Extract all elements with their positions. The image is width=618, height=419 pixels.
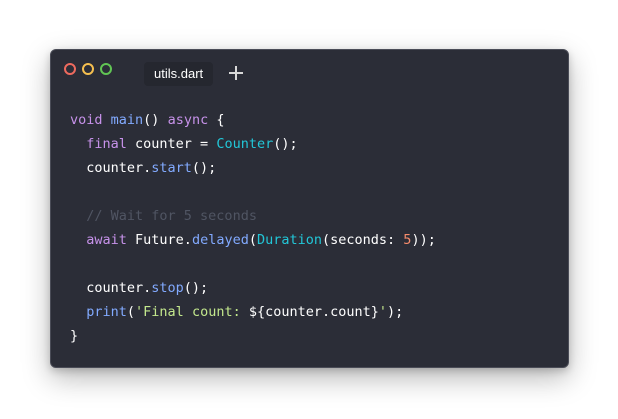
code-token: stop [151,280,184,296]
code-token: ( [248,232,257,248]
code-token: (); [273,136,298,152]
tab-utils-dart[interactable]: utils.dart [144,62,214,86]
code-token: async [167,112,209,128]
code-line: await Future.delayed(Duration(seconds: 5… [70,228,436,252]
plus-icon[interactable] [229,66,243,80]
code-token: )); [411,232,436,248]
code-line: counter.start(); [70,156,436,180]
code-token: final [86,136,127,152]
code-token: counter. [70,280,152,296]
code-line: // Wait for 5 seconds [70,204,436,228]
code-editor: void main() async { final counter = Coun… [70,108,436,348]
code-token: (seconds: [322,232,404,248]
code-token: () [143,112,168,128]
code-token: // Wait for 5 seconds [86,208,257,224]
code-line: counter.stop(); [70,276,436,300]
code-token: void [70,112,103,128]
code-token: ( [126,304,136,320]
code-token: (); [183,280,209,296]
code-token: await [86,232,127,248]
code-token: ' [378,304,388,320]
minimize-button[interactable] [82,63,94,75]
title-bar: utils.dart [51,50,568,94]
code-token: counter = [126,136,217,152]
code-token: 'Final count: [135,304,249,320]
code-token: ); [387,304,404,320]
code-token: { [208,112,225,128]
code-token: print [86,304,127,320]
code-line: final counter = Counter(); [70,132,436,156]
code-token: delayed [191,232,249,248]
code-token: main [110,112,144,128]
code-token: start [151,160,192,176]
code-line: } [70,324,436,348]
maximize-button[interactable] [100,63,112,75]
code-token: counter. [70,160,152,176]
close-button[interactable] [64,63,76,75]
code-line: print('Final count: ${counter.count}'); [70,300,436,324]
code-line: void main() async { [70,108,436,132]
code-token: ${counter.count} [248,304,379,320]
code-window: utils.dart void main() async { final cou… [50,49,569,368]
code-token: } [70,328,79,344]
code-token: Future. [126,232,192,248]
code-token: (); [191,160,217,176]
code-token: Duration [256,232,323,248]
code-token: Counter [216,136,274,152]
